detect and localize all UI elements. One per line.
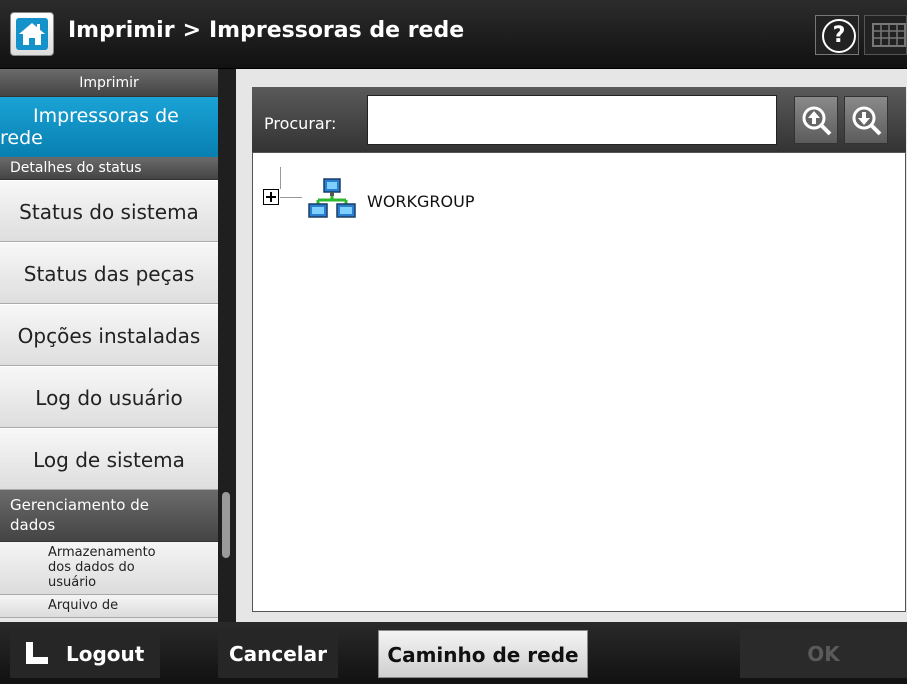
- sidebar-item-system-status[interactable]: Status do sistema: [0, 180, 218, 242]
- tree-line: [280, 167, 281, 189]
- network-tree: WORKGROUP: [252, 152, 906, 612]
- cancel-button[interactable]: Cancelar: [218, 630, 338, 678]
- network-path-button[interactable]: Caminho de rede: [378, 630, 588, 678]
- home-button[interactable]: [10, 12, 54, 56]
- breadcrumb-parent: Imprimir: [68, 18, 175, 43]
- sidebar-item-system-log[interactable]: Log de sistema: [0, 428, 218, 490]
- search-label: Procurar:: [264, 114, 337, 133]
- main-panel: Procurar: WORKGROUP: [236, 69, 907, 622]
- sidebar-section-data-management: Gerenciamento de dados: [0, 490, 218, 542]
- tree-node-label[interactable]: WORKGROUP: [367, 192, 475, 211]
- ok-button[interactable]: OK: [740, 630, 907, 678]
- search-down-button[interactable]: [844, 96, 888, 144]
- logout-icon: [26, 642, 48, 664]
- keyboard-icon: [872, 23, 906, 47]
- sidebar-item-label: usuário: [48, 575, 97, 590]
- header-bar: Imprimir > Impressoras de rede ?: [0, 0, 907, 69]
- breadcrumb-separator: >: [182, 18, 201, 43]
- keyboard-button[interactable]: [864, 15, 907, 55]
- search-up-button[interactable]: [794, 96, 838, 144]
- tree-line: [280, 197, 302, 198]
- sidebar-item-label: Armazenamento: [48, 545, 156, 560]
- search-bar: Procurar:: [252, 87, 906, 152]
- sidebar-section-status: Detalhes do status: [0, 157, 218, 180]
- logout-label: Logout: [66, 642, 145, 666]
- sidebar-item-user-log[interactable]: Log do usuário: [0, 366, 218, 428]
- logout-button[interactable]: Logout: [10, 630, 160, 678]
- page-title: Imprimir > Impressoras de rede: [68, 18, 464, 43]
- sidebar-item-user-data-storage[interactable]: Armazenamento dos dados do usuário: [0, 542, 218, 595]
- sidebar-item-file[interactable]: Arquivo de: [0, 595, 218, 618]
- search-input[interactable]: [367, 95, 777, 145]
- sidebar-item-label: Arquivo de: [48, 598, 119, 613]
- sidebar-item-parts-status[interactable]: Status das peças: [0, 242, 218, 304]
- help-button[interactable]: ?: [815, 15, 859, 55]
- sidebar-section-label: dados: [10, 516, 56, 534]
- search-up-icon: [802, 106, 832, 136]
- help-icon: ?: [822, 19, 856, 53]
- footer-bar: Logout Cancelar Caminho de rede OK: [0, 622, 907, 684]
- home-icon: [16, 18, 48, 50]
- sidebar-item-label: rede: [0, 127, 43, 149]
- sidebar-item-label: dos dados do: [48, 560, 135, 575]
- sidebar-section-label: Gerenciamento de: [10, 496, 149, 514]
- network-workgroup-icon: [308, 178, 356, 218]
- sidebar: Imprimir Impressoras de rede Detalhes do…: [0, 69, 218, 622]
- sidebar-item-network-printers[interactable]: Impressoras de rede: [0, 97, 218, 157]
- sidebar-scrollbar-thumb[interactable]: [222, 492, 230, 558]
- sidebar-section-print: Imprimir: [0, 69, 218, 97]
- expand-icon[interactable]: [263, 189, 279, 205]
- sidebar-item-label: Impressoras de: [33, 105, 179, 127]
- search-down-icon: [852, 106, 882, 136]
- breadcrumb-current: Impressoras de rede: [209, 18, 465, 43]
- sidebar-item-installed-options[interactable]: Opções instaladas: [0, 304, 218, 366]
